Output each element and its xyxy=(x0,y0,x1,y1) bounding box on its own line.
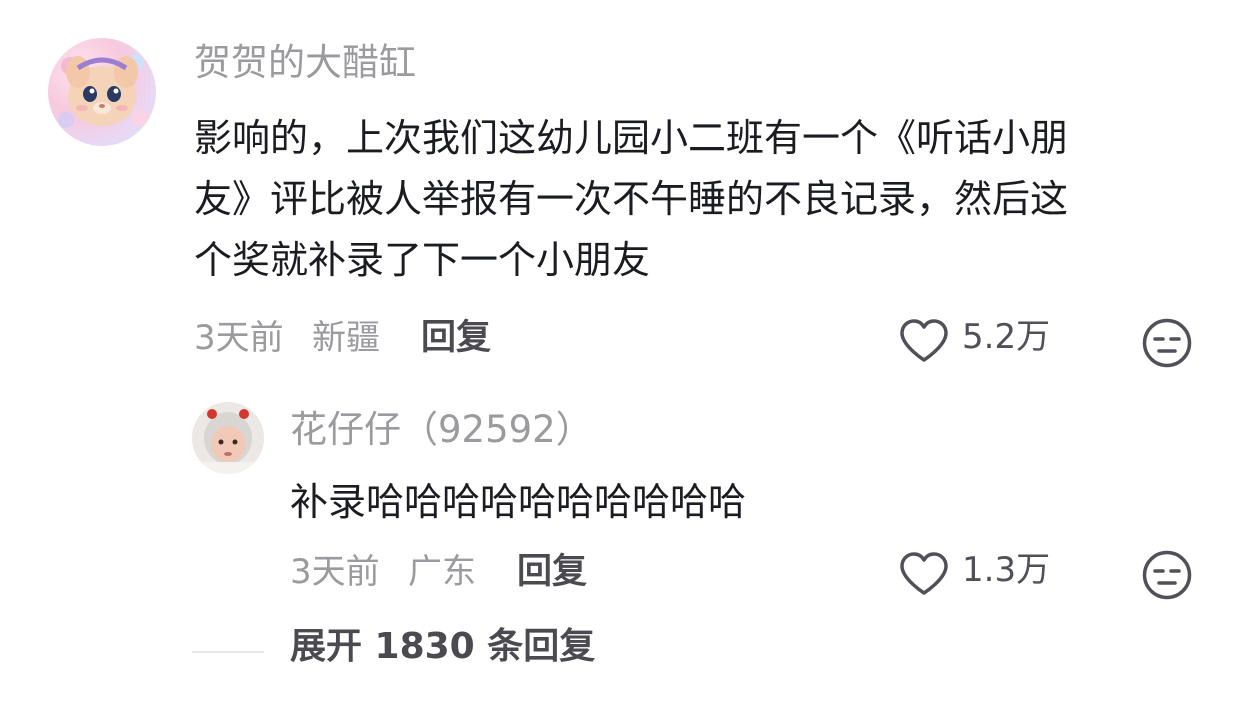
expressionless-face-icon xyxy=(1142,318,1192,368)
reply-time: 3天前 xyxy=(290,552,380,592)
expand-divider xyxy=(192,651,264,653)
reply-avatar[interactable] xyxy=(192,402,264,474)
comment-location: 新疆 xyxy=(312,318,380,358)
comment-time: 3天前 xyxy=(194,318,284,358)
reply-text: 补录哈哈哈哈哈哈哈哈哈哈 xyxy=(290,480,747,524)
dislike-button[interactable] xyxy=(1141,317,1193,369)
comment-username[interactable]: 贺贺的大醋缸 xyxy=(194,44,416,81)
comment-text-line: 友》评比被人举报有一次不午睡的不良记录，然后这 xyxy=(194,177,1069,221)
reply-location: 广东 xyxy=(408,552,476,592)
avatar-image xyxy=(58,54,149,128)
reply-like-button[interactable] xyxy=(898,551,950,597)
comment-text-line: 个奖就补录了下一个小朋友 xyxy=(194,238,651,282)
reply-button[interactable]: 回复 xyxy=(421,321,491,356)
heart-outline-icon xyxy=(900,552,948,595)
comment-text-line: 影响的，上次我们这幼儿园小二班有一个《听话小朋 xyxy=(194,116,1069,160)
expressionless-face-icon xyxy=(1142,550,1192,600)
comment-body: 影响的，上次我们这幼儿园小二班有一个《听话小朋 友》评比被人举报有一次不午睡的不… xyxy=(194,108,1194,291)
like-count: 5.2万 xyxy=(962,317,1051,357)
expand-replies-button[interactable]: 展开 1830 条回复 xyxy=(290,629,595,665)
reply-dislike-button[interactable] xyxy=(1141,549,1193,601)
reply-username[interactable]: 花仔仔（92592） xyxy=(290,411,593,448)
avatar[interactable] xyxy=(48,38,156,146)
reply-reply-button[interactable]: 回复 xyxy=(517,555,587,590)
reply-avatar-image xyxy=(192,402,264,474)
like-button[interactable] xyxy=(898,318,950,364)
reply-like-count: 1.3万 xyxy=(962,550,1051,590)
heart-outline-icon xyxy=(900,319,948,362)
